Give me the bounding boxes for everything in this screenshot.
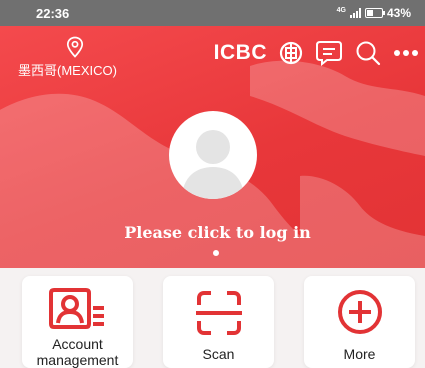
scan-icon xyxy=(195,291,242,335)
avatar-silhouette xyxy=(182,130,244,199)
plus-circle-icon xyxy=(337,290,382,334)
more-icon[interactable] xyxy=(393,49,419,57)
login-prompt[interactable]: Please click to log in xyxy=(0,223,425,242)
tile-label-account-management: Account management xyxy=(36,336,119,368)
search-icon[interactable] xyxy=(355,40,381,66)
user-avatar-icon[interactable] xyxy=(169,111,257,199)
status-indicators: 4G 43% xyxy=(337,6,411,20)
header-icons: ICBC xyxy=(214,40,419,66)
status-bar: 22:36 4G 43% xyxy=(0,0,425,26)
tile-label-more: More xyxy=(343,346,376,362)
status-time: 22:36 xyxy=(36,5,70,21)
location-label: 墨西哥(MEXICO) xyxy=(18,63,117,78)
account-management-tile[interactable]: Account management xyxy=(22,276,133,368)
tile-label-scan: Scan xyxy=(202,346,235,362)
more-tile[interactable]: More xyxy=(304,276,415,368)
battery-percent: 43% xyxy=(386,6,411,20)
brand-name: ICBC xyxy=(213,41,267,64)
hero-banner: 墨西哥(MEXICO) ICBC Please click to log in xyxy=(0,26,425,268)
network-type-icon: 4G xyxy=(336,6,346,14)
signal-icon xyxy=(349,8,361,18)
message-icon[interactable] xyxy=(315,40,343,66)
quick-actions: Account management Scan More xyxy=(0,268,425,368)
battery-icon xyxy=(364,8,385,18)
carousel-indicator xyxy=(213,250,219,256)
account-management-icon xyxy=(48,288,104,329)
location-pin-icon xyxy=(66,36,84,58)
icbc-logo-icon xyxy=(279,41,303,65)
scan-tile[interactable]: Scan xyxy=(163,276,274,368)
